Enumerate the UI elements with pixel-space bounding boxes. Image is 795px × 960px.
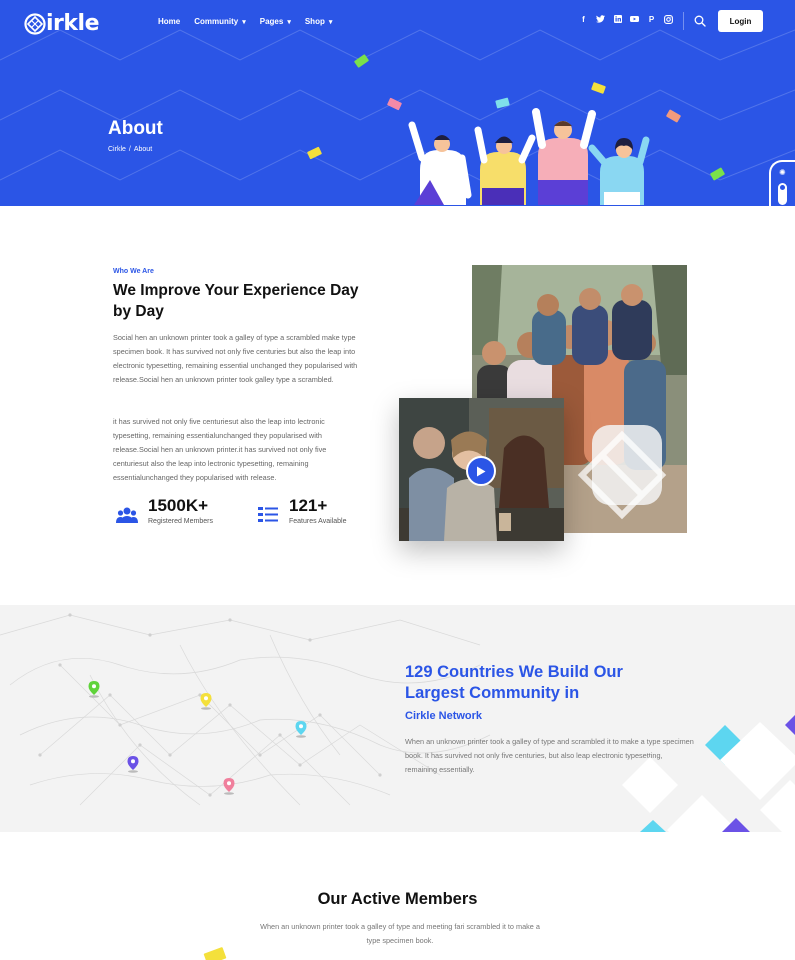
stat-label: Registered Members xyxy=(148,518,213,525)
about-paragraph-2: it has survived not only five centuriesu… xyxy=(113,417,327,482)
youtube-icon[interactable] xyxy=(626,15,643,27)
about-paragraph-1: Social hen an unknown printer took a gal… xyxy=(113,333,358,384)
brand-logo[interactable]: irkle xyxy=(24,11,99,36)
video-thumbnail[interactable] xyxy=(399,398,564,541)
stat-value: 1500K+ xyxy=(148,496,209,515)
sun-icon: ✺ xyxy=(779,168,786,177)
menu-label: Shop xyxy=(304,17,325,26)
menu-label: Home xyxy=(158,17,181,26)
menu-item-pages[interactable]: Pages ▾ xyxy=(260,17,291,26)
linkedin-icon[interactable] xyxy=(609,15,626,27)
stat-value: 121+ xyxy=(289,496,328,515)
breadcrumb-separator: / xyxy=(128,146,131,153)
community-subtitle: Cirkle Network xyxy=(405,710,483,722)
section-eyebrow: Who We Are xyxy=(113,268,154,275)
members-title: Our Active Members xyxy=(317,890,478,908)
features-list-icon xyxy=(258,507,278,522)
chevron-down-icon: ▾ xyxy=(242,18,246,26)
stat-features: 121+ Features Available xyxy=(257,496,346,525)
map-pin-icon[interactable] xyxy=(199,692,213,710)
decorative-diamonds xyxy=(622,715,795,832)
social-links: f P xyxy=(575,15,677,27)
map-pin-icon[interactable] xyxy=(222,777,236,795)
play-icon xyxy=(477,466,486,476)
search-icon[interactable] xyxy=(694,14,706,27)
stat-label: Features Available xyxy=(289,518,347,525)
celebrating-people-illustration xyxy=(408,108,650,205)
menu-item-community[interactable]: Community ▾ xyxy=(194,17,246,26)
instagram-icon[interactable] xyxy=(660,15,677,27)
brand-name: irkle xyxy=(46,11,99,36)
main-menu: Home Community ▾ Pages ▾ Shop ▾ xyxy=(158,17,346,26)
map-pin-icon[interactable] xyxy=(294,720,308,738)
breadcrumb-current: About xyxy=(133,146,153,153)
facebook-icon[interactable]: f xyxy=(575,15,592,27)
stat-text: 121+ Features Available xyxy=(289,496,346,525)
about-title: We Improve Your Experience Day by Day xyxy=(113,282,359,320)
pinterest-icon[interactable]: P xyxy=(643,15,660,27)
menu-label: Pages xyxy=(259,17,284,26)
top-nav: irkle Home Community▾ Pages▾ Shop▾ f xyxy=(0,0,795,42)
theme-switcher: ✺ ☾ xyxy=(769,160,795,206)
theme-toggle[interactable] xyxy=(778,183,787,205)
menu-item-home[interactable]: Home xyxy=(158,17,180,26)
menu-label: Community xyxy=(194,17,239,26)
page-title: About xyxy=(108,118,163,139)
confetti-shape xyxy=(203,946,227,960)
breadcrumb-home-link[interactable]: Cirkle xyxy=(108,146,126,153)
community-title: 129 Countries We Build Our Largest Commu… xyxy=(405,663,623,702)
chevron-down-icon: ▾ xyxy=(287,18,291,26)
map-pin-icon[interactable] xyxy=(87,680,101,698)
twitter-icon[interactable] xyxy=(592,15,609,27)
toggle-knob xyxy=(780,185,785,190)
nav-divider xyxy=(683,12,684,30)
login-button[interactable]: Login xyxy=(718,10,763,32)
menu-item-shop[interactable]: Shop ▾ xyxy=(305,17,333,26)
chevron-down-icon: ▾ xyxy=(328,18,333,26)
hero-banner: irkle Home Community▾ Pages▾ Shop▾ f xyxy=(0,0,795,206)
members-description: When an unknown printer took a galley of… xyxy=(260,922,540,945)
page: irkle Home Community▾ Pages▾ Shop▾ f xyxy=(0,0,795,960)
logo-icon xyxy=(24,12,46,35)
stat-text: 1500K+ Registered Members xyxy=(148,496,213,525)
map-pin-icon[interactable] xyxy=(126,755,140,773)
members-icon xyxy=(116,507,138,523)
community-map-section: 129 Countries We Build Our Largest Commu… xyxy=(0,605,795,832)
breadcrumb: Cirkle / About xyxy=(108,146,152,153)
stat-members: 1500K+ Registered Members xyxy=(116,496,213,525)
play-button[interactable] xyxy=(466,456,496,486)
